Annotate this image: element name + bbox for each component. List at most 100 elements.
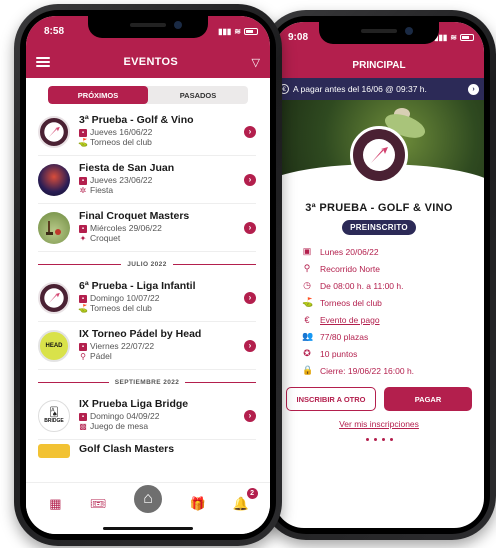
notch xyxy=(319,22,439,44)
list-item[interactable]: 🂡 BRIDGE IX Prueba Liga Bridge ▪ Domingo … xyxy=(38,392,256,440)
event-title: 3ª PRUEBA - GOLF & VINO xyxy=(305,202,453,214)
gift-tab-icon[interactable]: 🎁 xyxy=(188,494,208,514)
signal-icon: ▮▮▮ xyxy=(218,26,232,36)
club-logo xyxy=(350,126,408,184)
location-pin-icon: ⚲ xyxy=(303,263,311,273)
system-icons: ▮▮▮ ≋ xyxy=(218,27,258,36)
chevron-right-icon[interactable]: › xyxy=(244,291,256,304)
info-route: ⚲ Recorrido Norte xyxy=(302,260,484,277)
notch xyxy=(88,16,208,38)
info-time-text: De 08:00 h. a 11:00 h. xyxy=(320,280,404,291)
ticket-tab-icon[interactable]: 🎟 xyxy=(88,494,108,514)
phone-right: 9:08 ▮▮▮ ≋ PRINCIPAL € A pagar antes del… xyxy=(262,10,496,540)
payment-link[interactable]: Evento de pago xyxy=(320,315,380,325)
event-category: Torneos del club xyxy=(90,303,152,314)
event-category: Juego de mesa xyxy=(90,421,149,432)
club-logo-icon xyxy=(38,115,70,148)
medal-icon: ✪ xyxy=(303,348,311,358)
menu-icon[interactable] xyxy=(36,57,50,67)
list-item[interactable]: Fiesta de San Juan ▪ Jueves 23/06/22 ✲ Fie… xyxy=(38,156,256,204)
croquet-icon xyxy=(38,211,70,244)
event-date: Jueves 23/06/22 xyxy=(90,174,153,185)
info-closing-text: Cierre: 19/06/22 16:00 h. xyxy=(320,365,415,376)
month-separator: SEPTIEMBRE 2022 xyxy=(38,379,256,386)
system-icons: ▮▮▮ ≋ xyxy=(434,33,474,42)
calendar-icon: ▪ xyxy=(79,294,87,303)
chevron-right-icon[interactable]: › xyxy=(244,339,256,352)
fireworks-icon xyxy=(38,163,70,196)
croquet-mallet-icon: ✦ xyxy=(79,233,87,243)
event-detail: 3ª PRUEBA - GOLF & VINO PREINSCRITO ▣ Lun… xyxy=(274,194,484,441)
event-category: Fiesta xyxy=(90,185,114,196)
golf-clash-icon xyxy=(38,444,70,458)
events-screen: 8:58 ▮▮▮ ≋ EVENTOS ▽ PRÓXIMOS PASADOS 3ª… xyxy=(26,16,270,534)
payment-banner-text: A pagar antes del 16/06 @ 09:37 h. xyxy=(293,84,427,94)
tab-upcoming[interactable]: PRÓXIMOS xyxy=(48,86,148,104)
register-other-button[interactable]: INSCRIBIR A OTRO xyxy=(286,387,376,411)
event-category: Pádel xyxy=(90,351,112,362)
events-list: 3ª Prueba - Golf & Vino ▪ Jueves 16/06/22… xyxy=(26,108,270,488)
list-item[interactable]: Golf Clash Masters xyxy=(38,440,256,488)
golf-icon: ⛳ xyxy=(302,297,314,307)
event-hero-image xyxy=(274,100,484,194)
filter-icon[interactable]: ▽ xyxy=(252,56,260,69)
golf-icon: ⛳ xyxy=(78,137,88,147)
page-title: EVENTOS xyxy=(123,56,178,68)
calendar-icon: ▪ xyxy=(79,224,87,233)
pay-button[interactable]: PAGAR xyxy=(384,387,472,411)
info-points-text: 10 puntos xyxy=(320,348,358,359)
info-category-text: Torneos del club xyxy=(320,297,382,308)
list-item[interactable]: 6ª Prueba - Liga Infantil ▪ Domingo 10/07… xyxy=(38,274,256,322)
event-date: Domingo 10/07/22 xyxy=(90,292,160,303)
battery-icon xyxy=(244,27,258,35)
event-name: 6ª Prueba - Liga Infantil xyxy=(79,280,196,293)
event-detail-screen: 9:08 ▮▮▮ ≋ PRINCIPAL € A pagar antes del… xyxy=(274,22,484,528)
payment-banner[interactable]: € A pagar antes del 16/06 @ 09:37 h. › xyxy=(274,78,484,100)
event-name: Golf Clash Masters xyxy=(79,443,175,455)
event-name: 3ª Prueba - Golf & Vino xyxy=(79,114,194,127)
info-closing: 🔒 Cierre: 19/06/22 16:00 h. xyxy=(302,362,484,379)
tab-past[interactable]: PASADOS xyxy=(148,86,248,104)
lock-icon: 🔒 xyxy=(302,365,314,375)
chevron-right-icon[interactable]: › xyxy=(244,173,256,186)
home-icon[interactable]: ⌂ xyxy=(130,481,165,516)
padel-ball-icon: HEAD xyxy=(38,329,70,362)
calendar-icon: ▪ xyxy=(79,412,87,421)
events-tabs: PRÓXIMOS PASADOS xyxy=(48,86,248,104)
info-category: ⛳ Torneos del club xyxy=(302,294,484,311)
month-separator: JULIO 2022 xyxy=(38,261,256,268)
event-name: IX Prueba Liga Bridge xyxy=(79,398,189,411)
info-places-text: 77/80 plazas xyxy=(320,331,369,342)
info-route-text: Recorrido Norte xyxy=(320,263,380,274)
calendar-icon: ▪ xyxy=(79,342,87,351)
event-date: Miércoles 29/06/22 xyxy=(90,222,162,233)
event-category: Croquet xyxy=(90,233,121,244)
head-logo: HEAD xyxy=(45,342,63,349)
chevron-right-icon[interactable]: › xyxy=(244,125,256,138)
status-time: 8:58 xyxy=(44,25,65,37)
list-item[interactable]: HEAD IX Torneo Pádel by Head ▪ Viernes 22… xyxy=(38,322,256,370)
event-date: Viernes 22/07/22 xyxy=(90,340,155,351)
list-item[interactable]: 3ª Prueba - Golf & Vino ▪ Jueves 16/06/22… xyxy=(38,108,256,156)
info-date: ▣ Lunes 20/06/22 xyxy=(302,243,484,260)
wifi-icon: ≋ xyxy=(450,32,457,42)
chevron-right-icon[interactable]: › xyxy=(244,409,256,422)
wifi-icon: ≋ xyxy=(234,26,241,36)
bell-tab-icon[interactable]: 🔔 2 xyxy=(231,487,258,514)
action-buttons: INSCRIBIR A OTRO PAGAR xyxy=(274,379,484,411)
info-payment[interactable]: € Evento de pago xyxy=(302,311,484,328)
bridge-cards-icon: 🂡 BRIDGE xyxy=(38,399,70,432)
event-date: Domingo 04/09/22 xyxy=(90,410,160,421)
event-category: Torneos del club xyxy=(90,137,152,148)
chevron-right-icon[interactable]: › xyxy=(244,221,256,234)
my-registrations-link[interactable]: Ver mis inscripciones xyxy=(274,419,484,429)
top-bar: EVENTOS ▽ xyxy=(26,46,270,78)
event-info-list: ▣ Lunes 20/06/22 ⚲ Recorrido Norte ◷ De 08:… xyxy=(274,235,484,379)
page-title: PRINCIPAL xyxy=(274,52,484,78)
month-label: SEPTIEMBRE 2022 xyxy=(114,379,180,386)
calendar-tab-icon[interactable]: ▦ xyxy=(45,494,65,514)
party-icon: ✲ xyxy=(79,185,87,195)
list-item[interactable]: Final Croquet Masters ▪ Miércoles 29/06/2… xyxy=(38,204,256,252)
calendar-icon: ▣ xyxy=(302,246,312,256)
chevron-right-icon[interactable]: › xyxy=(468,83,479,95)
